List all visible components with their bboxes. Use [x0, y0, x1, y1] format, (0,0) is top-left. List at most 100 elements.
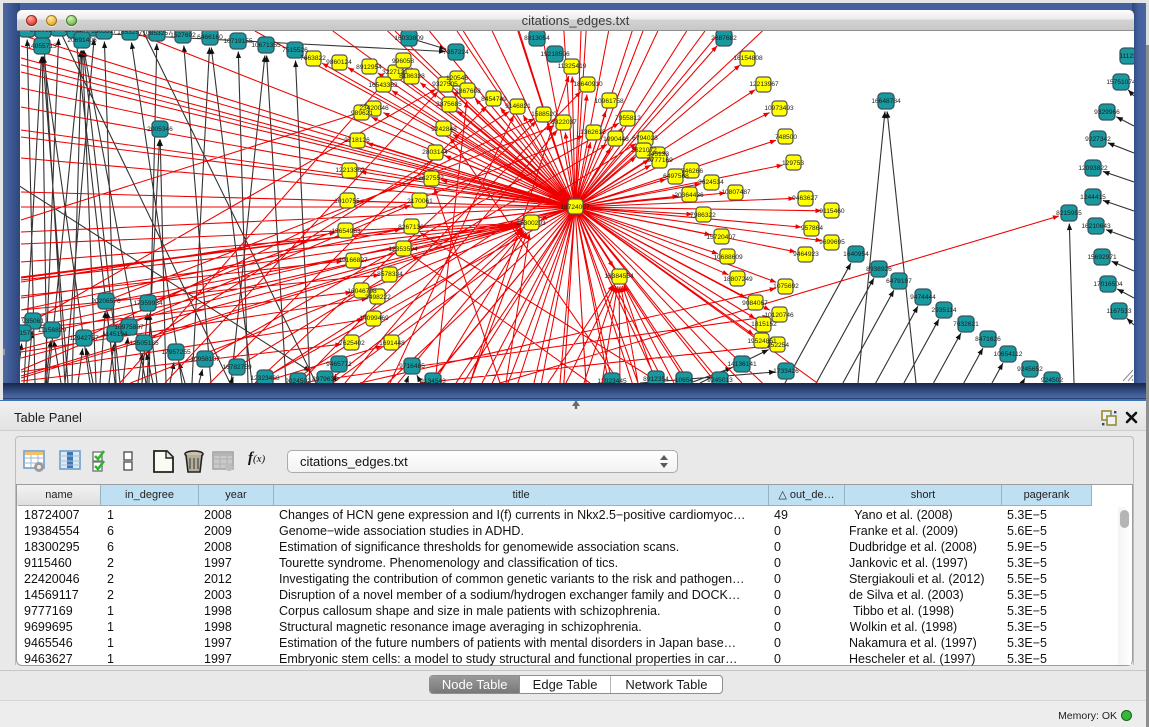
- svg-text:20691406: 20691406: [67, 37, 97, 44]
- svg-text:9699695: 9699695: [819, 239, 845, 246]
- svg-text:19218596: 19218596: [540, 51, 570, 58]
- svg-text:2803144: 2803144: [422, 149, 448, 156]
- svg-text:7515526: 7515526: [282, 47, 308, 54]
- svg-text:746266: 746266: [681, 168, 703, 175]
- svg-text:7632621: 7632621: [953, 321, 979, 328]
- svg-text:935061: 935061: [22, 318, 44, 325]
- svg-text:2170061: 2170061: [407, 198, 433, 205]
- svg-text:9115460: 9115460: [819, 208, 845, 215]
- svg-text:9245013: 9245013: [707, 377, 733, 383]
- svg-text:16543362: 16543362: [368, 82, 398, 89]
- svg-text:19166827: 19166827: [338, 257, 368, 264]
- svg-text:9860124: 9860124: [326, 59, 352, 66]
- svg-text:1853257: 1853257: [117, 31, 143, 36]
- svg-text:989621: 989621: [351, 110, 373, 117]
- svg-text:1362615: 1362615: [580, 129, 606, 136]
- svg-text:15692971: 15692971: [1087, 254, 1117, 261]
- svg-text:3875685: 3875685: [436, 101, 462, 108]
- svg-text:15751074: 15751074: [1106, 79, 1134, 86]
- svg-text:6466160: 6466160: [197, 34, 223, 41]
- svg-text:12023445: 12023445: [597, 378, 627, 383]
- svg-text:10975887: 10975887: [114, 324, 144, 331]
- svg-text:7986322: 7986322: [690, 212, 716, 219]
- svg-text:19384554: 19384554: [604, 273, 634, 280]
- svg-text:1815152: 1815152: [751, 321, 777, 328]
- svg-text:924502: 924502: [1041, 377, 1063, 383]
- svg-text:20206576: 20206576: [91, 298, 121, 305]
- svg-text:11156829: 11156829: [38, 327, 67, 334]
- svg-text:8979635: 8979635: [312, 376, 338, 383]
- svg-text:9716485: 9716485: [399, 363, 425, 370]
- svg-text:9146821: 9146821: [505, 103, 531, 110]
- svg-text:748500: 748500: [775, 134, 797, 141]
- svg-text:19654983: 19654983: [331, 228, 361, 235]
- svg-text:8471626: 8471626: [975, 336, 1001, 343]
- svg-text:14055713: 14055713: [27, 43, 57, 50]
- svg-text:12353594: 12353594: [388, 246, 418, 253]
- svg-text:16648784: 16648784: [871, 98, 901, 105]
- svg-text:25300293: 25300293: [516, 220, 546, 227]
- svg-text:7663822: 7663822: [300, 55, 326, 62]
- svg-text:14099469: 14099469: [359, 315, 389, 322]
- svg-text:11123: 11123: [1119, 53, 1134, 60]
- svg-text:8322037: 8322037: [551, 119, 577, 126]
- svg-text:11325419: 11325419: [558, 63, 587, 70]
- svg-text:8938926: 8938926: [866, 266, 892, 273]
- svg-text:17957255: 17957255: [161, 349, 191, 356]
- svg-text:12942757: 12942757: [69, 335, 99, 342]
- svg-text:957864: 957864: [801, 225, 823, 232]
- svg-text:6794028: 6794028: [632, 135, 658, 142]
- svg-text:8267130: 8267130: [398, 224, 424, 231]
- svg-text:120546: 120546: [446, 75, 468, 82]
- svg-text:18807249: 18807249: [723, 276, 753, 283]
- svg-text:12213967: 12213967: [749, 81, 779, 88]
- svg-text:16210643: 16210643: [1081, 223, 1111, 230]
- svg-text:1691448: 1691448: [379, 340, 405, 347]
- svg-text:10961758: 10961758: [594, 98, 624, 105]
- svg-text:7357224: 7357224: [443, 49, 469, 56]
- svg-text:9084067: 9084067: [742, 300, 768, 307]
- svg-text:1145194: 1145194: [102, 331, 128, 338]
- svg-text:1305317: 1305317: [91, 31, 117, 35]
- svg-text:1527602: 1527602: [170, 32, 196, 39]
- svg-text:1075692: 1075692: [773, 283, 799, 290]
- svg-text:10688609: 10688609: [713, 254, 743, 261]
- svg-text:2687682: 2687682: [711, 35, 737, 42]
- svg-text:7955812: 7955812: [615, 115, 641, 122]
- svg-text:1733426: 1733426: [773, 368, 799, 375]
- svg-text:8912954: 8912954: [356, 64, 382, 71]
- svg-text:10654: 10654: [675, 377, 694, 383]
- svg-text:1244415: 1244415: [1080, 194, 1106, 201]
- svg-text:12093822: 12093822: [1078, 165, 1108, 172]
- svg-text:10654112: 10654112: [994, 351, 1023, 358]
- svg-text:129753: 129753: [782, 160, 804, 167]
- svg-text:16154808: 16154808: [733, 55, 763, 62]
- svg-text:9464923: 9464923: [793, 251, 819, 258]
- svg-text:8454749: 8454749: [481, 96, 507, 103]
- svg-text:10973493: 10973493: [764, 105, 794, 112]
- svg-text:2935114: 2935114: [931, 307, 957, 314]
- svg-text:1990448: 1990448: [603, 136, 629, 143]
- svg-text:18724007: 18724007: [560, 204, 590, 211]
- svg-text:1167533: 1167533: [1106, 308, 1132, 315]
- svg-text:2005346: 2005346: [147, 126, 173, 133]
- svg-text:1588520: 1588520: [531, 111, 557, 118]
- svg-text:16033809: 16033809: [394, 35, 424, 42]
- svg-text:252254: 252254: [767, 342, 789, 349]
- svg-text:12213369: 12213369: [335, 167, 365, 174]
- svg-text:10719155: 10719155: [223, 38, 253, 45]
- svg-text:15720407: 15720407: [706, 234, 736, 241]
- svg-text:1010755: 1010755: [334, 198, 360, 205]
- svg-text:3498222: 3498222: [365, 294, 391, 301]
- svg-text:8186328: 8186328: [399, 73, 425, 80]
- svg-text:20364436: 20364436: [674, 192, 704, 199]
- svg-text:17016504: 17016504: [1093, 281, 1123, 288]
- svg-text:9024502: 9024502: [285, 378, 311, 383]
- svg-text:14136141: 14136141: [727, 361, 757, 368]
- svg-text:9329966: 9329966: [1094, 109, 1120, 116]
- svg-text:16782759: 16782759: [222, 364, 252, 371]
- svg-text:9474444: 9474444: [910, 294, 936, 301]
- svg-text:9777169: 9777169: [647, 157, 673, 164]
- svg-text:12505135: 12505135: [129, 340, 159, 347]
- svg-text:10807487: 10807487: [721, 189, 751, 196]
